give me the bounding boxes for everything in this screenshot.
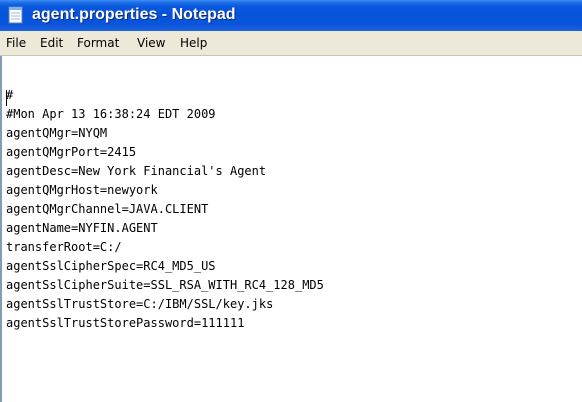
menu-help[interactable]: Help	[180, 35, 207, 51]
window-title: agent.properties - Notepad	[32, 6, 236, 23]
text-line[interactable]: agentQMgrChannel=JAVA.CLIENT	[6, 200, 324, 219]
menu-bar: File Edit Format View Help	[0, 31, 582, 56]
title-bar[interactable]: agent.properties - Notepad	[0, 0, 582, 31]
notepad-window: agent.properties - Notepad File Edit For…	[0, 0, 582, 402]
text-line[interactable]: agentQMgrHost=newyork	[6, 181, 324, 200]
text-content[interactable]: # #Mon Apr 13 16:38:24 EDT 2009 agentQMg…	[6, 86, 324, 333]
text-caret	[6, 90, 7, 106]
menu-format[interactable]: Format	[77, 35, 119, 51]
text-line[interactable]: agentName=NYFIN.AGENT	[6, 219, 324, 238]
text-line[interactable]: agentSslTrustStorePassword=111111	[6, 314, 324, 333]
text-line[interactable]: transferRoot=C:/	[6, 238, 324, 257]
text-line[interactable]: agentSslCipherSpec=RC4_MD5_US	[6, 257, 324, 276]
text-line[interactable]: #Mon Apr 13 16:38:24 EDT 2009	[6, 105, 324, 124]
text-line[interactable]: agentSslCipherSuite=SSL_RSA_WITH_RC4_128…	[6, 276, 324, 295]
menu-edit[interactable]: Edit	[40, 35, 63, 51]
text-line[interactable]: agentQMgr=NYQM	[6, 124, 324, 143]
menu-file[interactable]: File	[6, 35, 26, 51]
text-editor[interactable]: # #Mon Apr 13 16:38:24 EDT 2009 agentQMg…	[0, 56, 582, 402]
notepad-icon[interactable]	[7, 6, 25, 25]
menu-view[interactable]: View	[137, 35, 165, 51]
text-line[interactable]: agentSslTrustStore=C:/IBM/SSL/key.jks	[6, 295, 324, 314]
text-line[interactable]: #	[6, 86, 324, 105]
text-line[interactable]: agentQMgrPort=2415	[6, 143, 324, 162]
text-line[interactable]: agentDesc=New York Financial's Agent	[6, 162, 324, 181]
